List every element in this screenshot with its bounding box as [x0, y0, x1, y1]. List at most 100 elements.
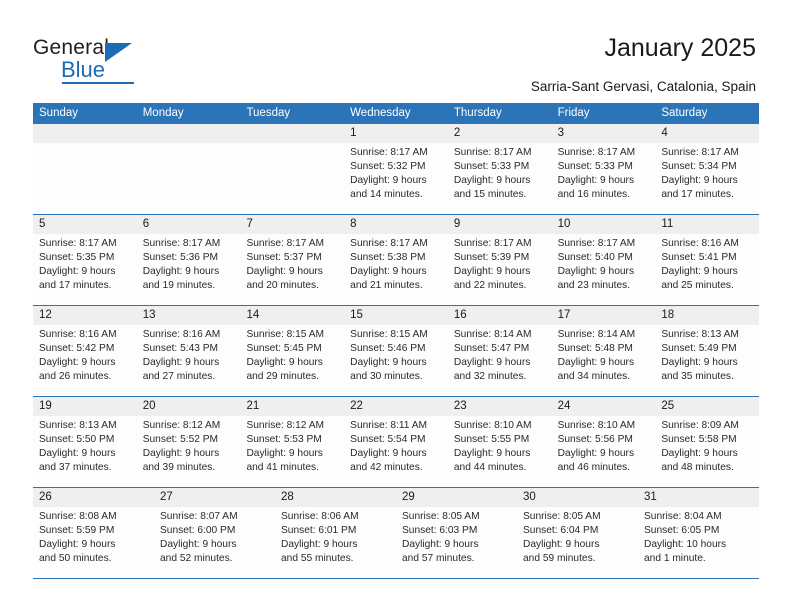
day-info-line: and 26 minutes.: [39, 371, 112, 383]
day-number: 24: [551, 397, 656, 416]
day-info-line: Sunrise: 8:05 AM: [523, 511, 601, 522]
day-number: 6: [136, 215, 241, 234]
day-cell-19[interactable]: 19 Sunrise: 8:13 AM Sunset: 5:50 PM Dayligh…: [33, 397, 137, 487]
day-cell-14[interactable]: 14 Sunrise: 8:15 AM Sunset: 5:45 PM Dayligh…: [240, 306, 345, 396]
day-info-line: Sunset: 5:49 PM: [661, 343, 737, 355]
day-cell-11[interactable]: 11 Sunrise: 8:16 AM Sunset: 5:41 PM Dayligh…: [655, 215, 760, 305]
day-cell-5[interactable]: 5 Sunrise: 8:17 AM Sunset: 5:35 PM Daylight…: [33, 215, 137, 305]
day-sun-info: Sunrise: 8:05 AM Sunset: 6:03 PM Daylight:…: [396, 507, 517, 566]
day-number: 25: [655, 397, 760, 416]
weekday-header-wednesday: Wednesday: [350, 107, 411, 119]
day-info-line: Sunrise: 8:17 AM: [246, 238, 325, 249]
day-info-line: Daylight: 9 hours: [246, 448, 323, 460]
day-info-line: Sunset: 5:55 PM: [453, 434, 530, 446]
day-cell-28[interactable]: 28 Sunrise: 8:06 AM Sunset: 6:01 PM Dayligh…: [275, 488, 396, 578]
day-sun-info: Sunrise: 8:10 AM Sunset: 5:55 PM Daylight:…: [448, 416, 552, 475]
day-cell-20[interactable]: 20 Sunrise: 8:12 AM Sunset: 5:52 PM Dayligh…: [136, 397, 241, 487]
day-number: 29: [396, 488, 517, 507]
day-cell-18[interactable]: 18 Sunrise: 8:13 AM Sunset: 5:49 PM Dayligh…: [655, 306, 760, 396]
day-cell-16[interactable]: 16 Sunrise: 8:14 AM Sunset: 5:47 PM Dayligh…: [447, 306, 552, 396]
day-number: 20: [136, 397, 241, 416]
day-cell-21[interactable]: 21 Sunrise: 8:12 AM Sunset: 5:53 PM Dayligh…: [240, 397, 345, 487]
day-info-line: and 59 minutes.: [523, 553, 596, 565]
day-info-line: and 27 minutes.: [142, 371, 216, 383]
day-info-line: Daylight: 9 hours: [142, 266, 220, 278]
day-number: 27: [154, 488, 275, 507]
day-cell-29[interactable]: 29 Sunrise: 8:05 AM Sunset: 6:03 PM Dayligh…: [396, 488, 517, 578]
day-info-line: Daylight: 9 hours: [39, 266, 116, 278]
day-info-line: Sunset: 6:03 PM: [402, 525, 478, 537]
day-cell-3[interactable]: 3 Sunrise: 8:17 AM Sunset: 5:33 PM Daylight…: [551, 124, 656, 214]
day-number: 8: [344, 215, 448, 234]
day-cell-31[interactable]: 31 Sunrise: 8:04 AM Sunset: 6:05 PM Dayligh…: [638, 488, 759, 578]
calendar-weeks: 1 Sunrise: 8:17 AM Sunset: 5:32 PM Daylight…: [33, 124, 760, 579]
weekday-header-sunday: Sunday: [39, 107, 79, 119]
day-info-line: and 50 minutes.: [39, 553, 112, 565]
day-info-line: and 35 minutes.: [661, 371, 734, 383]
day-info-line: and 30 minutes.: [350, 371, 423, 383]
day-info-line: Sunset: 5:38 PM: [350, 252, 426, 264]
day-cell-22[interactable]: 22 Sunrise: 8:11 AM Sunset: 5:54 PM Dayligh…: [344, 397, 448, 487]
day-cell-26[interactable]: 26 Sunrise: 8:08 AM Sunset: 5:59 PM Dayligh…: [33, 488, 154, 578]
day-cell-empty: [240, 124, 345, 214]
day-cell-7[interactable]: 7 Sunrise: 8:17 AM Sunset: 5:37 PM Daylight…: [240, 215, 345, 305]
day-info-line: Sunrise: 8:09 AM: [661, 420, 739, 431]
calendar-week-row: 19 Sunrise: 8:13 AM Sunset: 5:50 PM Dayligh…: [33, 397, 760, 488]
weekday-header-tuesday: Tuesday: [246, 107, 291, 119]
day-cell-2[interactable]: 2 Sunrise: 8:17 AM Sunset: 5:33 PM Daylight…: [447, 124, 552, 214]
calendar-week-row: 26 Sunrise: 8:08 AM Sunset: 5:59 PM Dayligh…: [33, 488, 759, 579]
day-info-line: Sunrise: 8:13 AM: [39, 420, 117, 431]
day-info-line: Daylight: 10 hours: [644, 539, 727, 551]
day-cell-10[interactable]: 10 Sunrise: 8:17 AM Sunset: 5:40 PM Dayligh…: [551, 215, 656, 305]
day-cell-4[interactable]: 4 Sunrise: 8:17 AM Sunset: 5:34 PM Daylight…: [655, 124, 760, 214]
day-info-line: Sunset: 5:48 PM: [557, 343, 633, 355]
logo-triangle-icon: [105, 43, 132, 62]
day-sun-info: Sunrise: 8:10 AM Sunset: 5:56 PM Daylight:…: [552, 416, 656, 475]
day-info-line: Daylight: 9 hours: [350, 448, 427, 460]
day-cell-12[interactable]: 12 Sunrise: 8:16 AM Sunset: 5:42 PM Dayligh…: [33, 306, 137, 396]
day-cell-8[interactable]: 8 Sunrise: 8:17 AM Sunset: 5:38 PM Daylight…: [344, 215, 448, 305]
day-cell-30[interactable]: 30 Sunrise: 8:05 AM Sunset: 6:04 PM Dayligh…: [517, 488, 638, 578]
day-sun-info: Sunrise: 8:14 AM Sunset: 5:48 PM Daylight:…: [552, 325, 656, 384]
day-cell-27[interactable]: 27 Sunrise: 8:07 AM Sunset: 6:00 PM Dayligh…: [154, 488, 275, 578]
day-number: 14: [240, 306, 345, 325]
day-info-line: Sunrise: 8:11 AM: [350, 420, 427, 431]
day-cell-17[interactable]: 17 Sunrise: 8:14 AM Sunset: 5:48 PM Dayligh…: [551, 306, 656, 396]
day-cell-13[interactable]: 13 Sunrise: 8:16 AM Sunset: 5:43 PM Dayligh…: [136, 306, 241, 396]
day-info-line: and 1 minute.: [644, 553, 706, 565]
day-cell-1[interactable]: 1 Sunrise: 8:17 AM Sunset: 5:32 PM Daylight…: [344, 124, 448, 214]
day-sun-info: Sunrise: 8:17 AM Sunset: 5:38 PM Daylight:…: [344, 234, 448, 293]
day-sun-info: Sunrise: 8:15 AM Sunset: 5:45 PM Daylight:…: [240, 325, 344, 384]
day-info-line: Sunset: 5:59 PM: [39, 525, 115, 537]
day-sun-info: Sunrise: 8:17 AM Sunset: 5:40 PM Daylight:…: [552, 234, 656, 293]
day-info-line: Sunrise: 8:08 AM: [39, 511, 117, 522]
day-cell-9[interactable]: 9 Sunrise: 8:17 AM Sunset: 5:39 PM Daylight…: [447, 215, 552, 305]
day-number: 16: [447, 306, 552, 325]
day-info-line: Sunset: 5:35 PM: [39, 252, 115, 264]
day-info-line: and 48 minutes.: [661, 462, 734, 474]
day-cell-6[interactable]: 6 Sunrise: 8:17 AM Sunset: 5:36 PM Daylight…: [136, 215, 241, 305]
logo-text-blue: Blue: [61, 57, 106, 82]
day-cell-15[interactable]: 15 Sunrise: 8:15 AM Sunset: 5:46 PM Dayligh…: [344, 306, 448, 396]
day-cell-23[interactable]: 23 Sunrise: 8:10 AM Sunset: 5:55 PM Dayligh…: [447, 397, 552, 487]
day-info-line: Daylight: 9 hours: [350, 266, 427, 278]
day-number: 28: [275, 488, 396, 507]
day-number: 26: [33, 488, 154, 507]
page-header: General Blue January 2025 Sarria-Sant Ge…: [0, 0, 792, 103]
day-cell-25[interactable]: 25 Sunrise: 8:09 AM Sunset: 5:58 PM Dayligh…: [655, 397, 760, 487]
day-info-line: Daylight: 9 hours: [453, 357, 531, 369]
day-info-line: Daylight: 9 hours: [453, 175, 531, 187]
calendar-week-row: 12 Sunrise: 8:16 AM Sunset: 5:42 PM Dayligh…: [33, 306, 760, 397]
day-info-line: and 15 minutes.: [453, 189, 527, 201]
day-info-line: Sunset: 5:37 PM: [246, 252, 322, 264]
day-number: 21: [240, 397, 345, 416]
day-info-line: Sunset: 5:53 PM: [246, 434, 322, 446]
day-info-line: Daylight: 9 hours: [39, 357, 116, 369]
day-info-line: Daylight: 9 hours: [246, 266, 323, 278]
day-number: 31: [638, 488, 759, 507]
day-info-line: Sunrise: 8:17 AM: [350, 238, 428, 249]
day-cell-24[interactable]: 24 Sunrise: 8:10 AM Sunset: 5:56 PM Dayligh…: [551, 397, 656, 487]
day-number: [240, 124, 345, 143]
day-sun-info: Sunrise: 8:09 AM Sunset: 5:58 PM Daylight:…: [655, 416, 759, 475]
day-info-line: Daylight: 9 hours: [350, 175, 427, 187]
